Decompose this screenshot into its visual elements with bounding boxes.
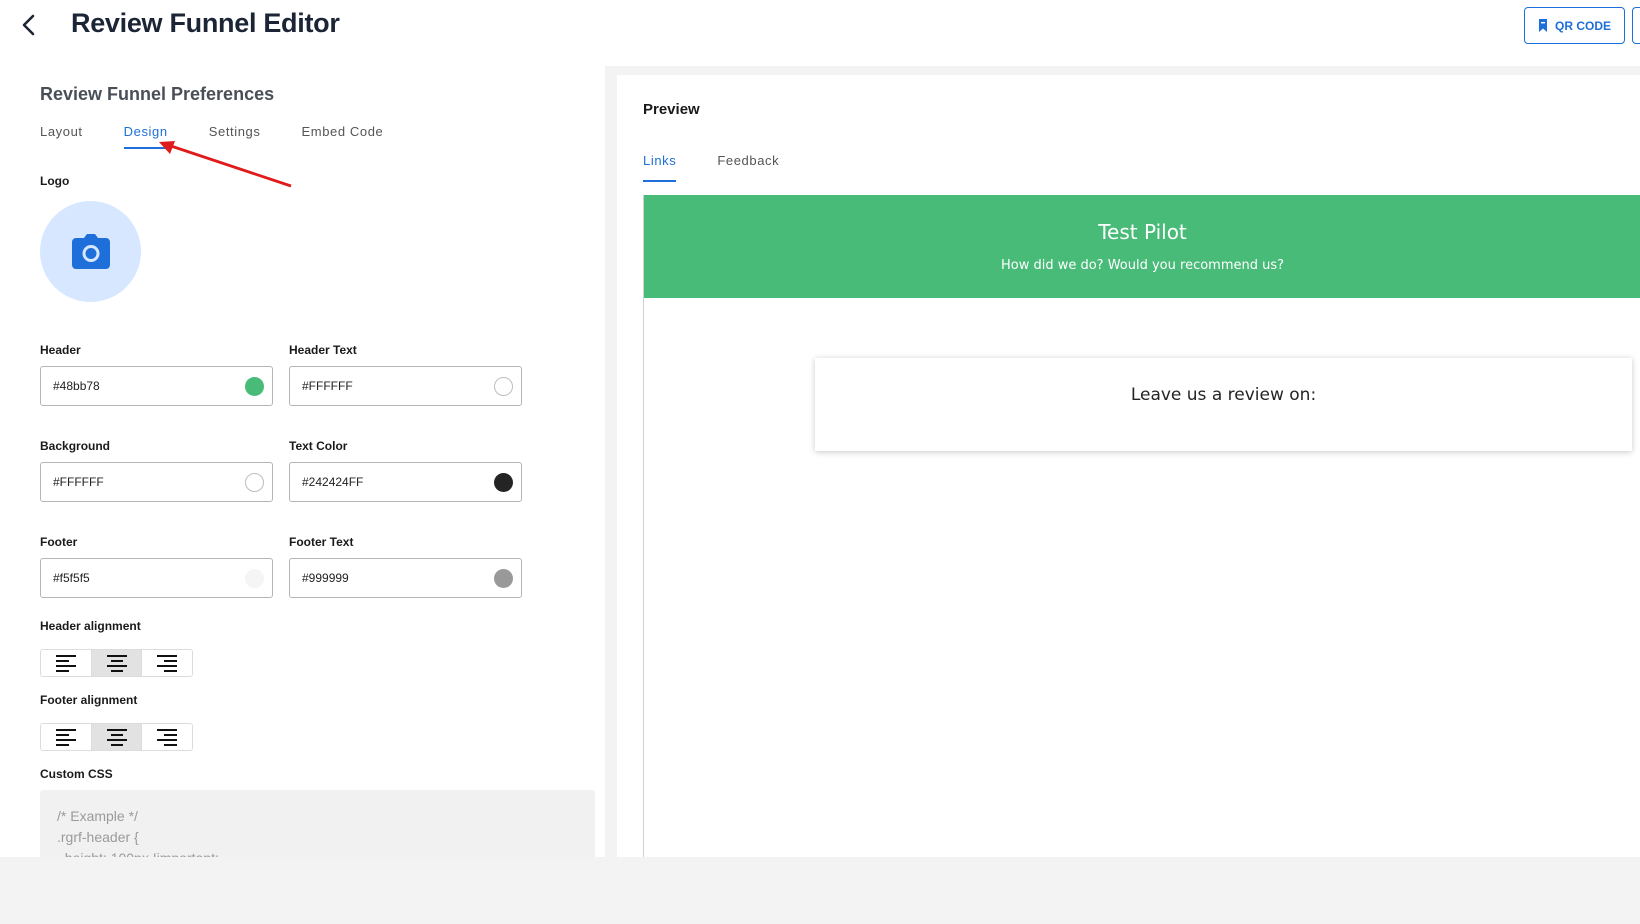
- page-title: Review Funnel Editor: [71, 8, 340, 38]
- align-right-icon: [157, 729, 178, 746]
- header-alignment-label: Header alignment: [40, 619, 141, 633]
- header-color-input[interactable]: [53, 367, 228, 405]
- preview-title: Preview: [643, 101, 700, 118]
- custom-css-label: Custom CSS: [40, 767, 113, 781]
- header-color-field: [40, 366, 273, 406]
- preview-card-text: Leave us a review on:: [1130, 385, 1317, 405]
- header-color-swatch[interactable]: [245, 377, 264, 396]
- footer-text-color-label: Footer Text: [289, 535, 354, 549]
- tab-embed-code[interactable]: Embed Code: [302, 124, 384, 149]
- bottom-band: [0, 857, 1640, 924]
- chevron-left-icon: [22, 14, 35, 36]
- align-left-icon: [55, 729, 76, 746]
- background-color-field: [40, 462, 273, 502]
- footer-align-center-button[interactable]: [91, 724, 143, 750]
- more-button[interactable]: [1632, 7, 1640, 44]
- header-text-color-input[interactable]: [302, 367, 477, 405]
- footer-alignment-group: [40, 723, 193, 751]
- top-bar: Review Funnel Editor QR CODE: [0, 0, 1640, 60]
- annotation-arrow: [159, 141, 292, 188]
- background-color-label: Background: [40, 439, 111, 453]
- header-text-color-field: [289, 366, 522, 406]
- preferences-panel: Review Funnel Preferences Layout Design …: [0, 60, 605, 857]
- preview-panel: Preview Links Feedback Test Pilot How di…: [617, 75, 1640, 857]
- footer-align-left-button[interactable]: [41, 724, 92, 750]
- footer-color-field: [40, 558, 273, 598]
- footer-text-color-field: [289, 558, 522, 598]
- header-alignment-group: [40, 649, 193, 677]
- footer-text-color-input[interactable]: [302, 559, 477, 597]
- align-right-icon: [157, 655, 178, 672]
- preview-header: Test Pilot How did we do? Would you reco…: [644, 195, 1640, 298]
- text-color-field: [289, 462, 522, 502]
- qr-code-button-label: QR CODE: [1554, 18, 1611, 33]
- custom-css-editor[interactable]: /* Example */ .rgrf-header { height: 100…: [40, 790, 595, 857]
- camera-icon: [71, 233, 110, 269]
- text-color-input[interactable]: [302, 463, 477, 501]
- logo-upload[interactable]: [40, 201, 141, 302]
- footer-color-swatch[interactable]: [245, 569, 264, 588]
- footer-align-right-button[interactable]: [142, 724, 192, 750]
- align-center-icon: [106, 729, 127, 746]
- header-align-right-button[interactable]: [142, 650, 192, 676]
- panel-divider: [605, 66, 617, 857]
- section-title: Review Funnel Preferences: [40, 84, 275, 104]
- align-left-icon: [55, 655, 76, 672]
- bookmark-icon: [1538, 19, 1547, 32]
- back-button[interactable]: [14, 10, 44, 40]
- align-center-icon: [106, 655, 127, 672]
- header-text-color-label: Header Text: [289, 343, 357, 357]
- tab-links[interactable]: Links: [643, 153, 677, 182]
- header-color-label: Header: [40, 343, 81, 357]
- footer-color-input[interactable]: [53, 559, 228, 597]
- header-text-color-swatch[interactable]: [494, 377, 513, 396]
- header-align-left-button[interactable]: [41, 650, 92, 676]
- preview-subtitle: How did we do? Would you recommend us?: [1000, 258, 1285, 273]
- text-color-label: Text Color: [289, 439, 348, 453]
- footer-color-label: Footer: [40, 535, 78, 549]
- logo-label: Logo: [40, 174, 70, 188]
- tab-layout[interactable]: Layout: [40, 124, 83, 149]
- preview-review-card: Leave us a review on:: [815, 358, 1632, 451]
- qr-code-button[interactable]: QR CODE: [1524, 7, 1625, 44]
- preview-frame: Test Pilot How did we do? Would you reco…: [643, 195, 1640, 857]
- preview-tabs: Links Feedback: [643, 153, 820, 182]
- footer-alignment-label: Footer alignment: [40, 693, 138, 707]
- tab-feedback[interactable]: Feedback: [717, 153, 779, 182]
- text-color-swatch[interactable]: [494, 473, 513, 492]
- footer-text-color-swatch[interactable]: [494, 569, 513, 588]
- header-align-center-button[interactable]: [91, 650, 143, 676]
- background-color-input[interactable]: [53, 463, 228, 501]
- preview-business-name: Test Pilot: [1098, 220, 1187, 244]
- background-color-swatch[interactable]: [245, 473, 264, 492]
